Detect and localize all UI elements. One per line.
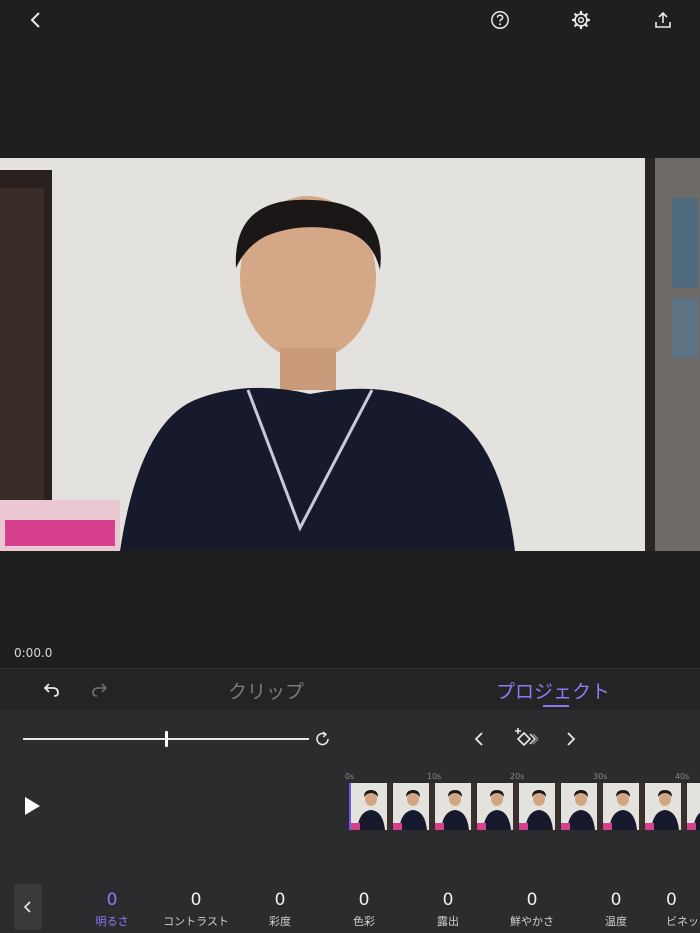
gear-icon [571, 10, 591, 30]
param-label: 鮮やかさ [510, 915, 554, 928]
tabs-bar: クリップ プロジェクト [0, 668, 700, 711]
frame-thumbnail [393, 783, 434, 830]
param-value: 0 [666, 890, 677, 910]
param-label: 彩度 [269, 915, 291, 928]
filmstrip-frame [351, 783, 392, 830]
back-button[interactable] [22, 6, 50, 34]
keyframe-prev-icon [474, 732, 483, 746]
help-button[interactable] [486, 6, 514, 34]
settings-button[interactable] [567, 6, 595, 34]
frame-thumbnail [519, 783, 560, 830]
ruler-label: 20s [510, 772, 525, 781]
param-value: 0 [358, 890, 370, 910]
undo-icon [43, 683, 59, 697]
param-label: コントラスト [163, 915, 229, 928]
param-value: 0 [106, 890, 118, 910]
filmstrip-frame [477, 783, 518, 830]
redo-button[interactable] [89, 678, 113, 702]
param-value: 0 [190, 890, 202, 910]
ruler-label: 30s [593, 772, 608, 781]
tab-clip[interactable]: クリップ [228, 677, 304, 704]
ruler-label: 0s [345, 772, 355, 781]
keyframe-add-button[interactable] [512, 727, 539, 751]
active-tab-indicator [543, 705, 569, 707]
frame-thumbnail [687, 783, 700, 830]
filmstrip-frame [603, 783, 644, 830]
share-icon [655, 11, 671, 28]
help-icon [491, 11, 509, 29]
filmstrip-frame [561, 783, 602, 830]
filmstrip-frame [645, 783, 686, 830]
timeline-ruler: 0s 10s 20s 30s 40s [345, 772, 700, 782]
filmstrip-frame [519, 783, 560, 830]
param-exposure[interactable]: 0 露出 [406, 889, 490, 929]
param-label: ビネット [666, 915, 700, 928]
param-temperature[interactable]: 0 温度 [574, 889, 658, 929]
frame-thumbnail [435, 783, 476, 830]
ruler-label: 40s [675, 772, 690, 781]
frame-thumbnail [603, 783, 644, 830]
reset-icon [316, 731, 329, 746]
filmstrip-frame [435, 783, 476, 830]
filmstrip-frame [687, 783, 700, 830]
param-clip: 0 ビネット [654, 889, 700, 933]
frame-thumbnail [645, 783, 686, 830]
tab-project[interactable]: プロジェクト [496, 677, 610, 704]
undo-button[interactable] [40, 678, 64, 702]
timeline-filmstrip[interactable] [349, 783, 700, 830]
video-preview[interactable] [0, 158, 700, 551]
param-value: 0 [610, 890, 622, 910]
param-saturation[interactable]: 0 彩度 [238, 889, 322, 929]
play-icon [25, 797, 40, 815]
frame-thumbnail [561, 783, 602, 830]
param-value: 0 [526, 890, 538, 910]
keyframe-prev-button[interactable] [470, 729, 490, 749]
keyframe-add-icon [515, 728, 539, 747]
reset-button[interactable] [313, 729, 333, 749]
param-label: 色彩 [353, 915, 375, 928]
param-value: 0 [442, 890, 454, 910]
adjust-slider-thumb[interactable] [164, 731, 168, 747]
param-brightness[interactable]: 0 明るさ [70, 889, 154, 929]
chevron-left-icon [23, 901, 31, 913]
frame-thumbnail [351, 783, 392, 830]
param-label: 露出 [437, 915, 459, 928]
keyframe-next-button[interactable] [560, 729, 580, 749]
param-label: 温度 [605, 915, 627, 928]
timecode: 0:00.0 [14, 646, 53, 660]
param-hue[interactable]: 0 色彩 [322, 889, 406, 929]
param-contrast[interactable]: 0 コントラスト [154, 889, 238, 929]
param-vibrance[interactable]: 0 鮮やかさ [490, 889, 574, 929]
keyframe-next-icon [567, 732, 576, 746]
filmstrip-frame [393, 783, 434, 830]
share-button[interactable] [649, 6, 677, 34]
param-value: 0 [274, 890, 286, 910]
play-button[interactable] [20, 794, 44, 818]
frame-thumbnail [477, 783, 518, 830]
ruler-label: 10s [427, 772, 442, 781]
param-vignette[interactable]: 0 ビネット [654, 889, 700, 929]
video-frame-image [0, 158, 700, 551]
params-back-button[interactable] [14, 884, 42, 930]
param-label: 明るさ [95, 915, 129, 928]
redo-icon [92, 683, 108, 697]
top-bar [0, 0, 700, 40]
back-chevron-icon [30, 12, 40, 28]
